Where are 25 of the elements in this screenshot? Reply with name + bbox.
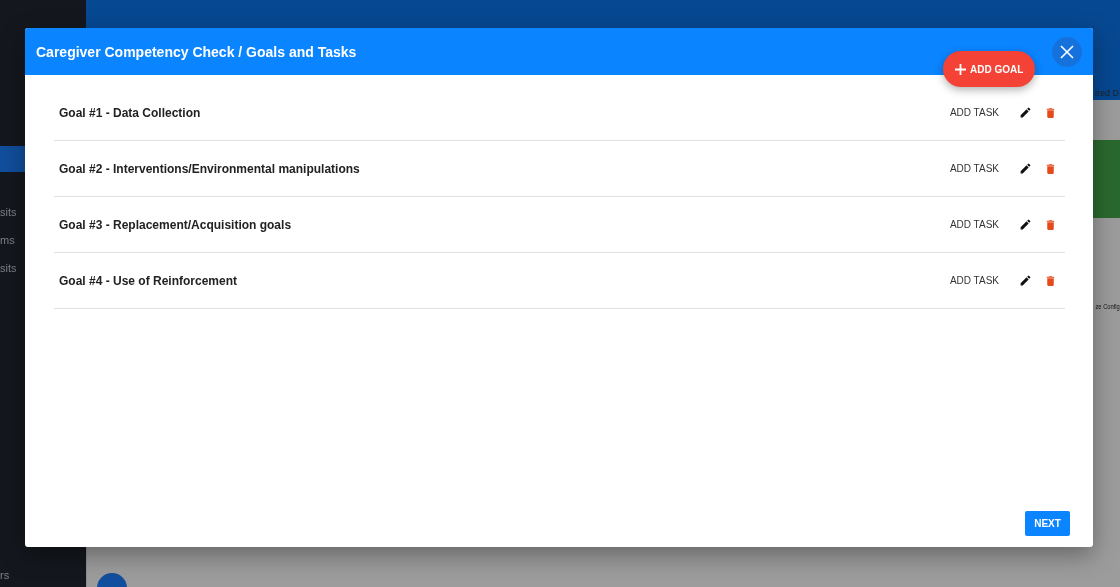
card-caption: ze Config xyxy=(1095,302,1120,311)
goal-title: Goal #3 - Replacement/Acquisition goals xyxy=(59,217,293,232)
goal-title: Goal #2 - Interventions/Environmental manipulations xyxy=(59,161,361,176)
add-goal-button[interactable]: ADD GOAL xyxy=(943,51,1036,87)
trash-icon xyxy=(1044,105,1057,120)
trash-icon xyxy=(1044,217,1057,232)
plus-icon xyxy=(955,63,966,75)
goal-title: Goal #4 - Use of Reinforcement xyxy=(59,273,239,288)
column-header: ired D xyxy=(1095,88,1120,100)
pencil-icon xyxy=(1019,274,1032,287)
close-icon xyxy=(1060,44,1074,59)
sidebar-label[interactable]: rs xyxy=(0,569,86,581)
pencil-icon xyxy=(1019,162,1032,175)
pencil-icon xyxy=(1019,218,1032,231)
trash-icon xyxy=(1044,161,1057,176)
add-task-button[interactable]: ADD TASK xyxy=(945,159,1003,178)
close-button[interactable] xyxy=(1052,36,1082,67)
pencil-icon xyxy=(1019,106,1032,119)
goal-title: Goal #1 - Data Collection xyxy=(59,105,202,120)
next-button[interactable]: NEXT xyxy=(1025,511,1070,536)
trash-icon xyxy=(1044,273,1057,288)
add-task-button[interactable]: ADD TASK xyxy=(945,271,1003,290)
add-task-button[interactable]: ADD TASK xyxy=(945,215,1003,234)
dialog-title: Caregiver Competency Check / Goals and Tasks xyxy=(36,43,358,60)
add-task-button[interactable]: ADD TASK xyxy=(945,103,1003,122)
